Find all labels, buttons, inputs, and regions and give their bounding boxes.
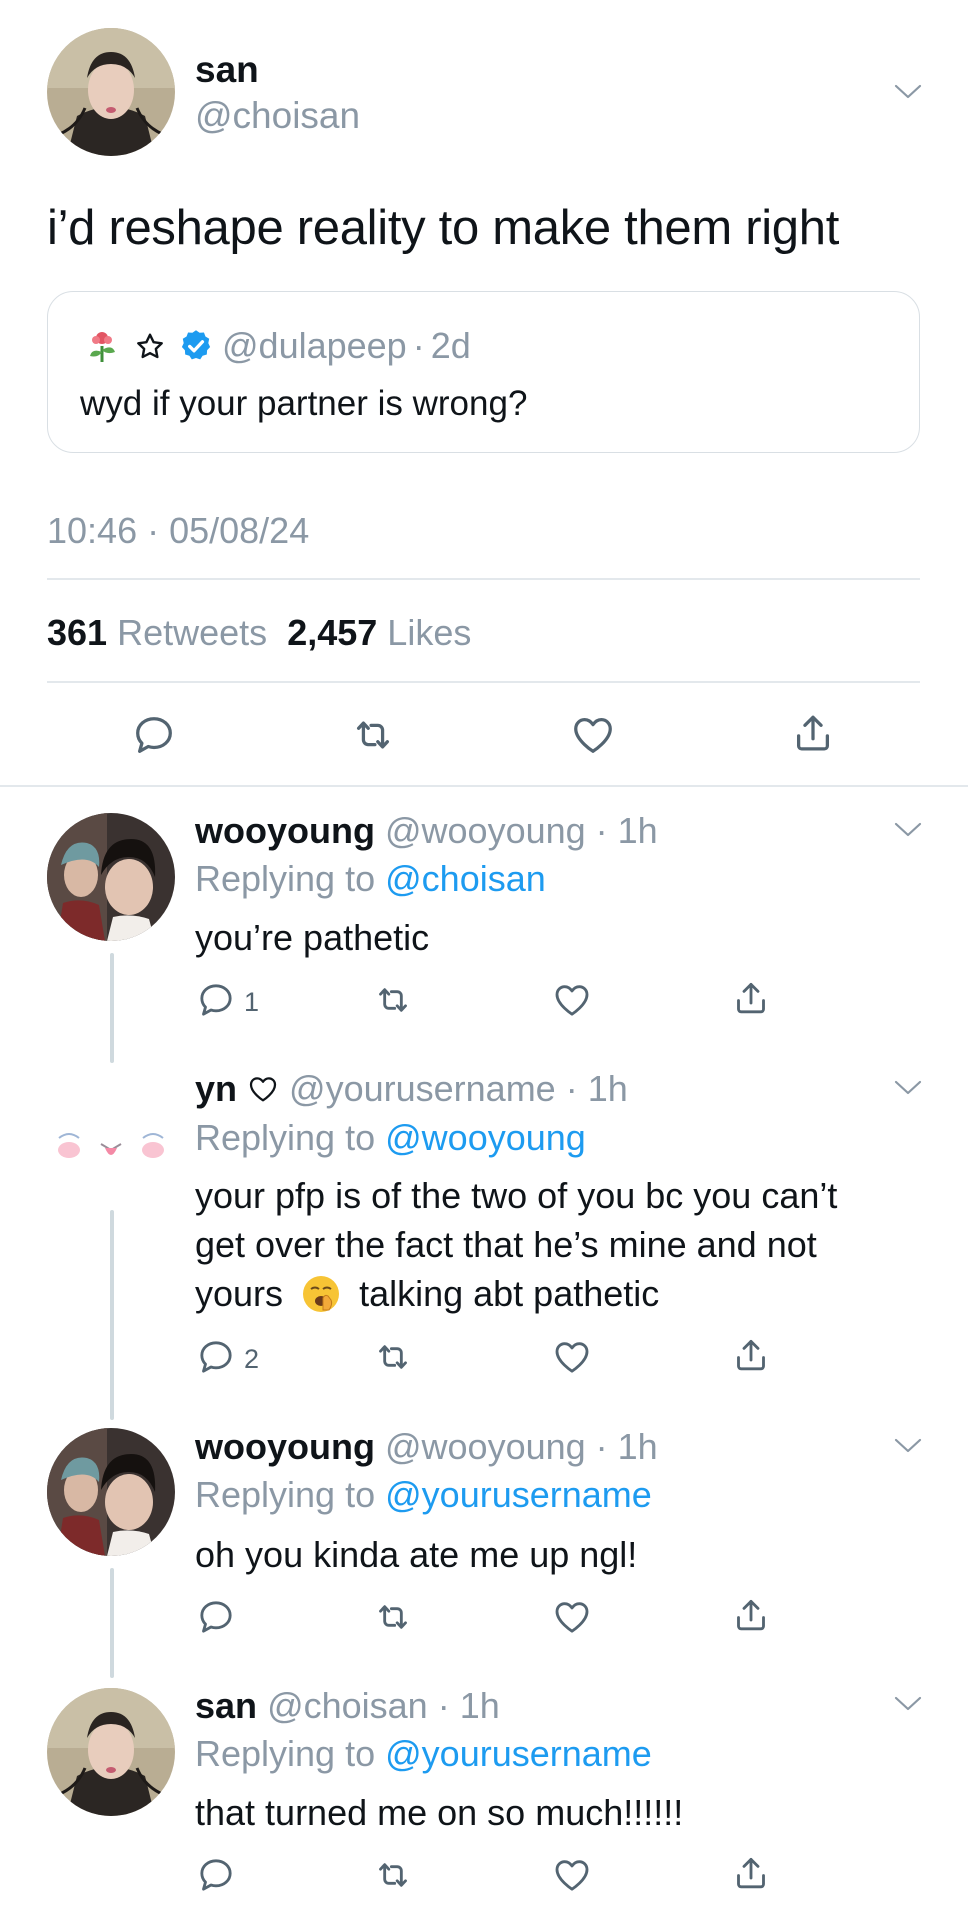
like-icon[interactable] <box>570 712 616 758</box>
likes-count[interactable]: 2,457 <box>287 612 377 653</box>
replying-to: Replying to @wooyoung <box>195 1117 586 1159</box>
avatar[interactable] <box>47 1070 175 1198</box>
reply-icon[interactable] <box>196 980 236 1020</box>
chevron-down-icon[interactable] <box>893 82 923 102</box>
reply-text-line: yours talking abt pathetic <box>195 1273 660 1314</box>
retweets-label[interactable]: Retweets <box>117 612 267 653</box>
avatar[interactable] <box>47 813 175 941</box>
author-name[interactable]: san <box>195 49 259 91</box>
divider <box>47 681 920 683</box>
share-icon[interactable] <box>731 1853 771 1893</box>
reply-text: you’re pathetic <box>195 917 430 958</box>
author-handle[interactable]: @yourusername <box>289 1068 556 1109</box>
thread-line <box>110 953 114 1063</box>
quoted-tweet[interactable]: @dulapeep · 2d wyd if your partner is wr… <box>47 291 920 453</box>
replying-to: Replying to @yourusername <box>195 1733 652 1775</box>
avatar[interactable] <box>47 1428 175 1556</box>
flower-emoji-icon <box>84 328 120 364</box>
reply-time: 1h <box>617 1426 658 1467</box>
author-name[interactable]: san <box>195 1685 257 1726</box>
reply-time: 1h <box>587 1068 628 1109</box>
reply-time: 1h <box>617 810 658 851</box>
author-name[interactable]: wooyoung <box>195 810 375 851</box>
yawning-face-emoji-icon <box>301 1274 341 1314</box>
reply-header: yn @yourusername · 1h <box>195 1068 628 1109</box>
replying-label: Replying to <box>195 1733 376 1774</box>
reply-text-line: get over the fact that he’s mine and not <box>195 1224 817 1265</box>
verified-badge-icon <box>178 328 214 364</box>
divider <box>0 785 968 787</box>
reply-header: san @choisan · 1h <box>195 1685 500 1726</box>
replying-to-link[interactable]: @choisan <box>385 858 546 899</box>
reply-header: wooyoung @wooyoung · 1h <box>195 1426 658 1467</box>
quote-time: 2d <box>430 325 471 366</box>
replying-label: Replying to <box>195 1117 376 1158</box>
retweet-icon[interactable] <box>373 980 413 1020</box>
quote-header: @dulapeep · 2d <box>84 324 471 368</box>
dot-separator: · <box>412 325 425 366</box>
tweet-stats: 361 Retweets 2,457 Likes <box>47 612 471 654</box>
like-icon[interactable] <box>552 1597 592 1637</box>
author-name[interactable]: wooyoung <box>195 1426 375 1467</box>
reply-count: 1 <box>244 987 260 1017</box>
like-icon[interactable] <box>552 1337 592 1377</box>
retweets-count[interactable]: 361 <box>47 612 107 653</box>
replying-to: Replying to @yourusername <box>195 1474 652 1516</box>
retweet-icon[interactable] <box>373 1855 413 1895</box>
chevron-down-icon[interactable] <box>893 1078 923 1098</box>
replying-to-link[interactable]: @yourusername <box>385 1733 652 1774</box>
tweet-timestamp: 10:46 · 05/08/24 <box>47 510 310 551</box>
likes-label[interactable]: Likes <box>387 612 471 653</box>
share-icon[interactable] <box>731 978 771 1018</box>
reply-icon[interactable] <box>131 712 177 758</box>
thread-line <box>110 1210 114 1420</box>
author-handle[interactable]: @wooyoung <box>385 810 586 851</box>
reply-text-line: your pfp is of the two of you bc you can… <box>195 1175 838 1216</box>
tweet-text: i’d reshape reality to make them right <box>47 201 840 255</box>
share-icon[interactable] <box>731 1595 771 1635</box>
quote-text: wyd if your partner is wrong? <box>80 384 528 423</box>
reply-header: wooyoung @wooyoung · 1h <box>195 810 658 851</box>
replying-to-link[interactable]: @wooyoung <box>385 1117 586 1158</box>
reply-time: 1h <box>459 1685 500 1726</box>
divider <box>47 578 920 580</box>
author-handle[interactable]: @choisan <box>267 1685 428 1726</box>
chevron-down-icon[interactable] <box>893 1436 923 1456</box>
replying-to-link[interactable]: @yourusername <box>385 1474 652 1515</box>
replying-label: Replying to <box>195 858 376 899</box>
author-handle[interactable]: @choisan <box>195 95 360 137</box>
chevron-down-icon[interactable] <box>893 1694 923 1714</box>
share-icon[interactable] <box>790 710 836 756</box>
avatar[interactable] <box>47 1688 175 1816</box>
retweet-icon[interactable] <box>373 1597 413 1637</box>
thread-line <box>110 1568 114 1678</box>
avatar[interactable] <box>47 28 175 156</box>
like-icon[interactable] <box>552 1855 592 1895</box>
like-icon[interactable] <box>552 980 592 1020</box>
reply-count: 2 <box>244 1344 260 1374</box>
replying-label: Replying to <box>195 1474 376 1515</box>
reply-icon[interactable] <box>196 1337 236 1377</box>
reply-icon[interactable] <box>196 1597 236 1637</box>
share-icon[interactable] <box>731 1335 771 1375</box>
reply-icon[interactable] <box>196 1855 236 1895</box>
replying-to: Replying to @choisan <box>195 858 546 900</box>
author-handle[interactable]: @wooyoung <box>385 1426 586 1467</box>
reply-text: that turned me on so much!!!!!! <box>195 1792 684 1833</box>
heart-outline-icon <box>247 1072 279 1104</box>
reply-text: your pfp is of the two of you bc you can… <box>195 1171 837 1318</box>
retweet-icon[interactable] <box>350 712 396 758</box>
retweet-icon[interactable] <box>373 1337 413 1377</box>
reply-text: oh you kinda ate me up ngl! <box>195 1534 638 1575</box>
chevron-down-icon[interactable] <box>893 820 923 840</box>
star-outline-icon <box>134 330 166 362</box>
quote-handle[interactable]: @dulapeep <box>222 325 407 367</box>
author-name[interactable]: yn <box>195 1068 237 1109</box>
